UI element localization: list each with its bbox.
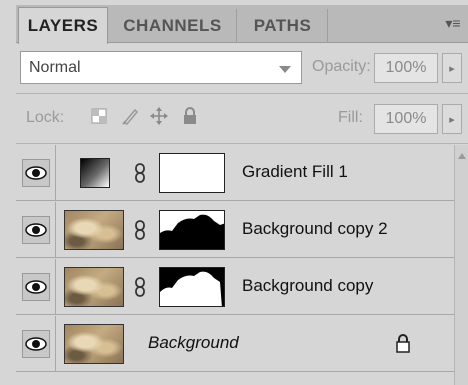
chain-link-icon[interactable] bbox=[134, 220, 146, 240]
gradient-fill-thumbnail[interactable] bbox=[80, 158, 110, 188]
layer-thumbnail[interactable] bbox=[64, 210, 124, 250]
layer-mask-thumbnail[interactable] bbox=[159, 153, 225, 193]
chain-link-icon[interactable] bbox=[134, 163, 146, 183]
visibility-toggle[interactable] bbox=[16, 316, 56, 372]
opacity-input[interactable]: 100% bbox=[374, 53, 438, 83]
fill-slider-arrow-icon[interactable]: ▸ bbox=[442, 104, 462, 134]
chain-link-icon[interactable] bbox=[134, 277, 146, 297]
layers-panel: LAYERS CHANNELS PATHS ▾≡ Normal Opacity:… bbox=[16, 5, 468, 385]
lock-label: Lock: bbox=[26, 109, 65, 126]
layer-name[interactable]: Background copy bbox=[242, 276, 373, 296]
scroll-up-icon[interactable] bbox=[458, 153, 466, 159]
visibility-toggle[interactable] bbox=[16, 145, 56, 201]
layers-list: Gradient Fill 1 Background copy 2 Backgr… bbox=[16, 145, 454, 385]
tab-paths[interactable]: PATHS bbox=[238, 9, 328, 43]
lock-position-icon[interactable] bbox=[148, 105, 170, 127]
layer-name[interactable]: Gradient Fill 1 bbox=[242, 162, 348, 182]
layers-scrollbar[interactable] bbox=[454, 145, 468, 385]
layer-thumbnail[interactable] bbox=[64, 324, 124, 364]
chevron-down-icon bbox=[279, 66, 291, 73]
eye-icon bbox=[22, 159, 50, 187]
layer-thumbnail[interactable] bbox=[64, 267, 124, 307]
panel-menu-icon[interactable]: ▾≡ bbox=[444, 15, 462, 31]
eye-icon bbox=[22, 273, 50, 301]
layer-mask-thumbnail[interactable] bbox=[159, 210, 225, 250]
fill-input[interactable]: 100% bbox=[374, 104, 438, 134]
panel-tab-bar: LAYERS CHANNELS PATHS ▾≡ bbox=[16, 5, 468, 44]
eye-icon bbox=[22, 330, 50, 358]
layer-name[interactable]: Background bbox=[148, 333, 239, 353]
opacity-label: Opacity: bbox=[312, 58, 371, 75]
layer-mask-thumbnail[interactable] bbox=[159, 267, 225, 307]
layer-row-background[interactable]: Background bbox=[16, 316, 454, 372]
blend-mode-select[interactable]: Normal bbox=[20, 51, 302, 84]
lock-all-icon[interactable] bbox=[180, 105, 200, 127]
layer-name[interactable]: Background copy 2 bbox=[242, 219, 388, 239]
opacity-slider-arrow-icon[interactable]: ▸ bbox=[442, 53, 462, 83]
tab-channels[interactable]: CHANNELS bbox=[109, 9, 237, 43]
eye-icon bbox=[22, 216, 50, 244]
blend-mode-value: Normal bbox=[29, 59, 81, 76]
lock-image-pixels-icon[interactable] bbox=[120, 105, 142, 127]
lock-transparent-pixels-icon[interactable] bbox=[90, 107, 108, 125]
fill-label: Fill: bbox=[338, 109, 363, 126]
layer-row-gradient-fill[interactable]: Gradient Fill 1 bbox=[16, 145, 454, 201]
visibility-toggle[interactable] bbox=[16, 202, 56, 258]
layer-row-background-copy[interactable]: Background copy bbox=[16, 259, 454, 315]
tab-layers[interactable]: LAYERS bbox=[18, 7, 108, 44]
lock-icon bbox=[396, 334, 410, 353]
layer-row-background-copy-2[interactable]: Background copy 2 bbox=[16, 202, 454, 258]
visibility-toggle[interactable] bbox=[16, 259, 56, 315]
